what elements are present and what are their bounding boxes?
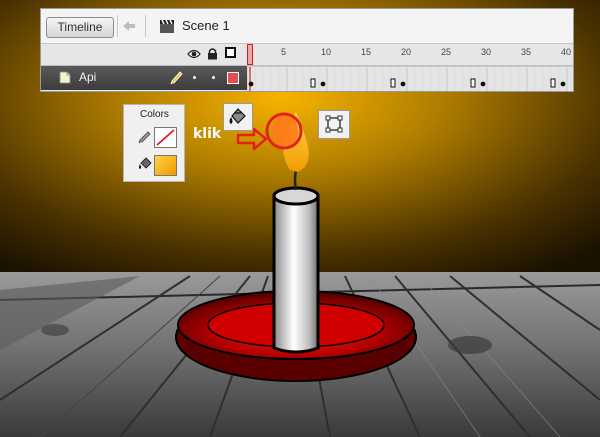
- ruler-tick-label: 40: [561, 47, 572, 57]
- ruler-tick-label: 35: [521, 47, 532, 57]
- colors-panel-title: Colors: [140, 109, 169, 120]
- click-instruction-label: klik: [193, 126, 222, 142]
- toolbar-divider: [117, 15, 118, 37]
- ruler-tick-label: 15: [361, 47, 372, 57]
- frame-track[interactable]: [247, 66, 573, 91]
- span-end-marker: [550, 78, 556, 88]
- pencil-icon: [170, 71, 183, 85]
- keyframe-marker[interactable]: [560, 81, 566, 87]
- keyframe-marker[interactable]: [248, 81, 254, 87]
- timeline-header: 1510152025303540: [41, 44, 573, 66]
- candle-wick: [293, 169, 298, 191]
- paint-bucket-icon: [139, 157, 152, 169]
- eye-icon[interactable]: [187, 48, 201, 60]
- layer-name[interactable]: Api: [79, 70, 96, 84]
- paint-bucket-icon: [229, 108, 246, 124]
- pencil-icon: [138, 131, 151, 144]
- page-icon: [59, 71, 71, 84]
- fill-color-swatch[interactable]: [154, 155, 177, 176]
- toolbar-divider: [145, 15, 146, 37]
- paint-bucket-tool-button[interactable]: [223, 103, 253, 131]
- lock-dot[interactable]: [212, 76, 215, 79]
- timeline-panel: Timeline Scene 1 1510152025303540: [40, 8, 574, 92]
- span-end-marker: [470, 78, 476, 88]
- layer-outline-color[interactable]: [227, 72, 239, 84]
- outline-icon[interactable]: [225, 47, 236, 58]
- stroke-color-swatch[interactable]: [154, 127, 177, 148]
- colors-panel: Colors: [123, 104, 185, 182]
- back-arrow-icon[interactable]: [121, 18, 137, 34]
- free-transform-tool-button[interactable]: [318, 110, 350, 139]
- ruler-tick-label: 30: [481, 47, 492, 57]
- visibility-dot[interactable]: [193, 76, 196, 79]
- timeline-tab[interactable]: Timeline: [46, 17, 114, 38]
- transform-icon: [325, 115, 343, 133]
- layer-row-api[interactable]: Api: [41, 66, 573, 91]
- candle-body[interactable]: [272, 186, 320, 354]
- layer-cell[interactable]: Api: [41, 66, 247, 90]
- clapper-icon: [160, 19, 174, 33]
- span-end-marker: [310, 78, 316, 88]
- keyframe-marker[interactable]: [320, 81, 326, 87]
- ruler-tick-label: 10: [321, 47, 332, 57]
- ruler-tick-label: 5: [281, 47, 287, 57]
- frame-ruler[interactable]: 1510152025303540: [247, 44, 573, 65]
- lock-icon[interactable]: [207, 47, 218, 60]
- playhead[interactable]: [247, 44, 253, 65]
- ruler-tick-label: 20: [401, 47, 412, 57]
- keyframe-marker[interactable]: [400, 81, 406, 87]
- scene-name[interactable]: Scene 1: [182, 18, 230, 33]
- timeline-toolbar: Timeline Scene 1: [41, 9, 573, 44]
- ruler-tick-label: 25: [441, 47, 452, 57]
- no-color-icon: [156, 129, 175, 146]
- span-end-marker: [390, 78, 396, 88]
- keyframe-marker[interactable]: [480, 81, 486, 87]
